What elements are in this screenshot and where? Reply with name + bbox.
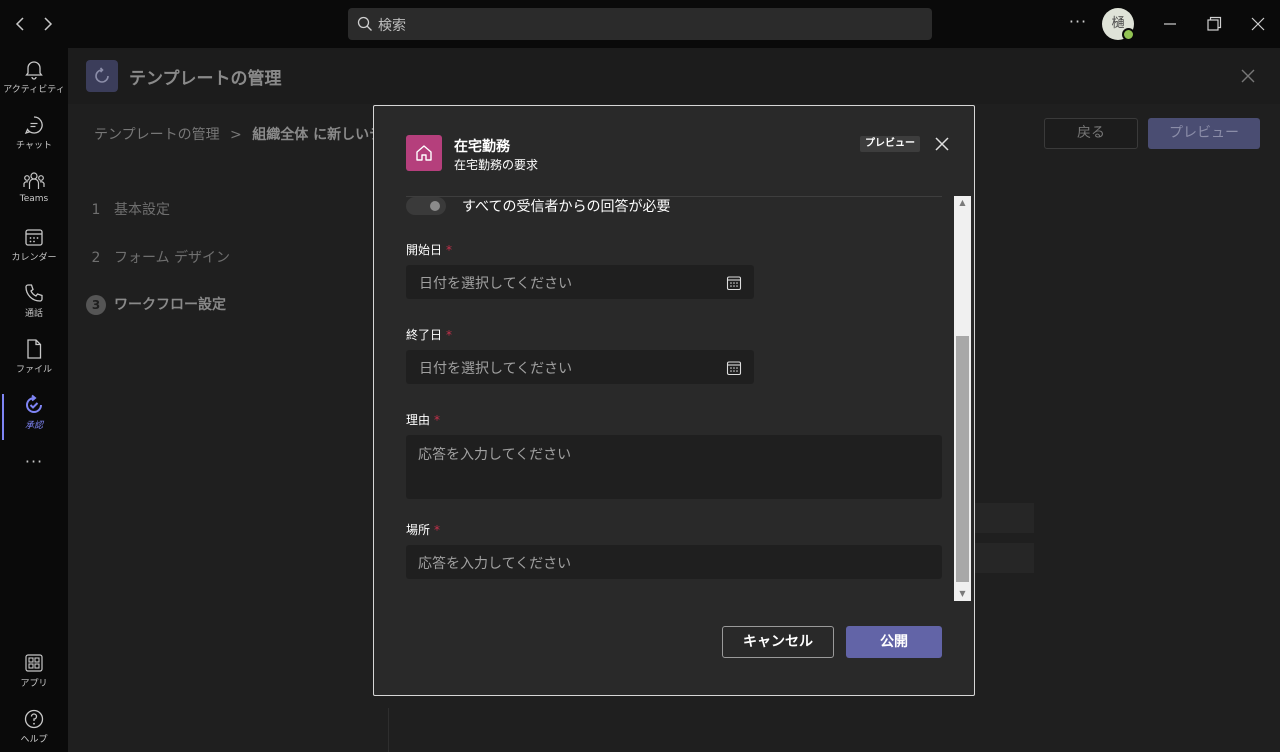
app-header: テンプレートの管理 (68, 48, 1280, 104)
help-icon (24, 709, 44, 729)
breadcrumb-separator: > (230, 127, 242, 143)
breadcrumb: テンプレートの管理 > 組織全体 に新しいテ (94, 124, 383, 144)
preview-badge: プレビュー (860, 136, 920, 152)
form-scrollbar[interactable]: ▲ ▼ (954, 196, 971, 601)
background-field (974, 543, 1034, 573)
rail-chat[interactable]: チャット (0, 108, 68, 164)
presence-available-icon (1122, 28, 1135, 41)
dialog-close-icon[interactable] (932, 134, 952, 158)
page-title: テンプレートの管理 (129, 69, 282, 89)
dialog-subtitle: 在宅勤務の要求 (454, 158, 539, 172)
approvals-icon (26, 394, 42, 413)
back-button[interactable]: 戻る (1044, 118, 1138, 149)
scroll-down-icon[interactable]: ▼ (954, 587, 971, 601)
rail-activity[interactable]: アクティビティ (0, 52, 68, 108)
preview-button[interactable]: プレビュー (1148, 118, 1260, 149)
rail-more-apps-icon[interactable]: ··· (0, 452, 68, 482)
calendar-icon[interactable] (726, 360, 742, 376)
breadcrumb-current: 組織全体 に新しいテ (252, 127, 384, 143)
start-date-label: 開始日 * (406, 243, 453, 257)
calendar-icon (25, 229, 43, 246)
calendar-icon[interactable] (726, 275, 742, 291)
location-input[interactable]: 応答を入力してください (406, 545, 942, 579)
background-field (974, 503, 1034, 533)
step-basic-settings[interactable]: 1 基本設定 (86, 199, 170, 219)
end-date-picker[interactable]: 日付を選択してください (406, 350, 754, 384)
toggle-label: すべての受信者からの回答が必要 (462, 199, 671, 215)
apps-icon (25, 654, 43, 672)
chat-icon (24, 116, 43, 135)
file-icon (27, 339, 42, 359)
rail-approvals[interactable]: 承認 (0, 388, 68, 444)
publish-button[interactable]: 公開 (846, 626, 942, 658)
scroll-up-icon[interactable]: ▲ (954, 196, 971, 210)
back-arrow-icon[interactable] (8, 12, 32, 36)
cancel-button[interactable]: キャンセル (722, 626, 834, 658)
rail-teams[interactable]: Teams (0, 164, 68, 220)
dialog-title: 在宅勤務 (454, 139, 510, 155)
bell-icon (25, 61, 43, 80)
location-label: 場所 * (406, 523, 441, 537)
more-options-icon[interactable]: ··· (1066, 12, 1090, 36)
reason-label: 理由 * (406, 413, 441, 427)
form-scroll-area: すべての受信者からの回答が必要 開始日 * 日付を選択してください 終了日 * 日付… (374, 196, 974, 604)
app-close-icon[interactable] (1238, 66, 1258, 90)
scrollbar-thumb[interactable] (956, 336, 969, 582)
reason-textarea[interactable]: 応答を入力してください (406, 435, 942, 499)
rail-calls[interactable]: 通話 (0, 276, 68, 332)
step-workflow-settings[interactable]: 3 ワークフロー設定 (86, 294, 226, 315)
teams-icon (23, 172, 45, 189)
approvals-logo-icon (95, 67, 109, 83)
step-form-design[interactable]: 2 フォーム デザイン (86, 247, 231, 267)
restore-icon[interactable] (1202, 12, 1226, 36)
divider (388, 708, 389, 752)
rail-calendar[interactable]: カレンダー (0, 220, 68, 276)
search-icon (357, 16, 372, 31)
forward-arrow-icon[interactable] (36, 12, 60, 36)
breadcrumb-root[interactable]: テンプレートの管理 (94, 127, 220, 143)
rail-files[interactable]: ファイル (0, 332, 68, 388)
phone-icon (25, 284, 43, 302)
minimize-icon[interactable] (1158, 12, 1182, 36)
rail-help[interactable]: ヘルプ (0, 702, 68, 752)
search-placeholder: 検索 (378, 18, 406, 34)
search-input[interactable]: 検索 (348, 8, 932, 40)
home-icon (416, 145, 432, 161)
app-bar: アクティビティ チャット Teams カレンダー 通話 ファイル 承認 ··· … (0, 48, 68, 752)
rail-apps[interactable]: アプリ (0, 646, 68, 702)
require-all-responses-toggle[interactable] (406, 197, 446, 215)
approvals-logo (86, 60, 118, 92)
close-window-icon[interactable] (1246, 12, 1270, 36)
title-bar: 検索 ··· 樋 (0, 0, 1280, 48)
preview-dialog: 在宅勤務 在宅勤務の要求 プレビュー すべての受信者からの回答が必要 開始日 * … (373, 105, 975, 696)
start-date-picker[interactable]: 日付を選択してください (406, 265, 754, 299)
template-icon (406, 135, 442, 171)
end-date-label: 終了日 * (406, 328, 453, 342)
